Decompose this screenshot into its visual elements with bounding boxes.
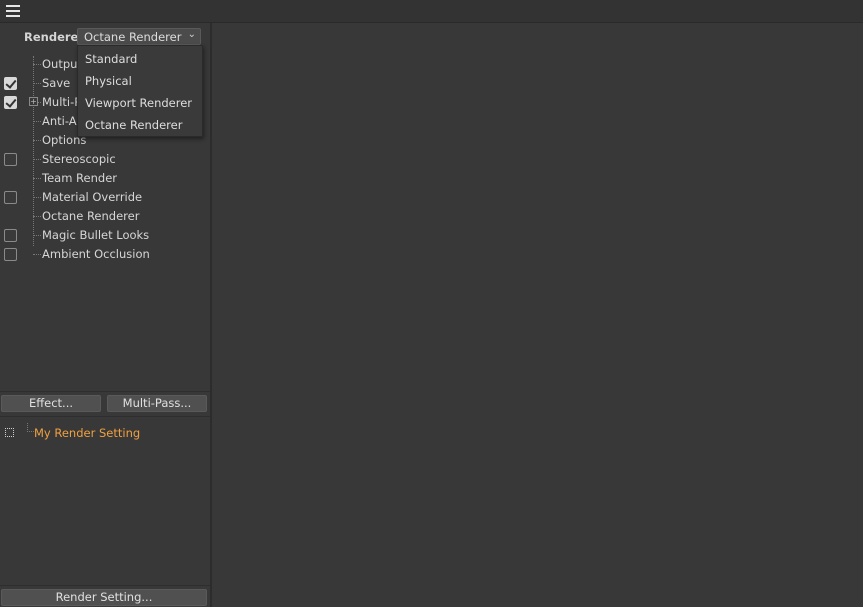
tree-item-label: Octane Renderer [42,209,140,223]
tree-branch [33,159,41,160]
renderer-option-label: Physical [85,74,132,88]
tree-item-label: Anti-Al [42,114,80,128]
tree-branch [33,235,41,236]
tree-branch [33,254,41,255]
renderer-option-octane-renderer[interactable]: Octane Renderer [78,114,202,136]
tree-branch [33,178,41,179]
tree-branch [33,83,41,84]
tree-item-magic-bullet-looks[interactable]: Magic Bullet Looks [0,227,210,246]
divider [0,416,210,417]
multi-pass-checkbox[interactable] [4,96,17,109]
renderer-row: Renderer Octane Renderer ⌄ [0,28,210,46]
renderer-option-label: Viewport Renderer [85,96,193,110]
top-bar [0,0,863,23]
magic-bullet-looks-checkbox[interactable] [4,229,17,242]
tree-item-octane-renderer[interactable]: Octane Renderer [0,208,210,227]
divider [0,391,210,392]
renderer-label: Renderer [24,30,85,44]
stereoscopic-checkbox[interactable] [4,153,17,166]
render-setting-label[interactable]: My Render Setting [34,426,140,440]
renderer-selected-value: Octane Renderer [84,30,182,44]
multi-pass-button[interactable]: Multi-Pass... [107,395,207,412]
tree-item-label: Multi-P [42,95,82,109]
renderer-select[interactable]: Octane Renderer ⌄ [77,28,201,45]
tree-branch [33,140,41,141]
renderer-option-viewport-renderer[interactable]: Viewport Renderer [78,92,202,114]
tree-branch [33,216,41,217]
tree-item-label: Magic Bullet Looks [42,228,150,242]
renderer-option-label: Standard [85,52,138,66]
tree-branch [33,121,41,122]
settings-content-area [212,23,863,607]
renderer-option-label: Octane Renderer [85,118,183,132]
render-settings-window: Renderer Octane Renderer ⌄ Output Save + [0,0,863,607]
render-setting-button[interactable]: Render Setting... [1,589,207,606]
tree-item-label: Material Override [42,190,143,204]
save-checkbox[interactable] [4,77,17,90]
expand-icon[interactable]: + [29,97,38,106]
tree-branch [27,423,34,432]
tree-item-stereoscopic[interactable]: Stereoscopic [0,151,210,170]
tree-item-label: Ambient Occlusion [42,247,150,261]
divider [0,585,210,586]
renderer-dropdown-menu: Standard Physical Viewport Renderer Octa… [77,45,203,137]
tree-item-label: Output [42,57,82,71]
tree-branch [33,197,41,198]
ambient-occlusion-checkbox[interactable] [4,248,17,261]
material-override-checkbox[interactable] [4,191,17,204]
tree-item-ambient-occlusion[interactable]: Ambient Occlusion [0,246,210,265]
chevron-down-icon: ⌄ [187,29,196,40]
render-setting-icon[interactable] [5,428,14,437]
tree-item-label: Team Render [42,171,117,185]
tree-item-label: Save [42,76,71,90]
render-setting-item[interactable]: My Render Setting [0,423,210,443]
tree-branch [33,64,41,65]
effect-button[interactable]: Effect... [1,395,101,412]
tree-item-label: Stereoscopic [42,152,116,166]
tree-item-material-override[interactable]: Material Override [0,189,210,208]
tree-item-team-render[interactable]: Team Render [0,170,210,189]
renderer-option-physical[interactable]: Physical [78,70,202,92]
hamburger-menu-icon[interactable] [6,5,20,17]
renderer-option-standard[interactable]: Standard [78,48,202,70]
